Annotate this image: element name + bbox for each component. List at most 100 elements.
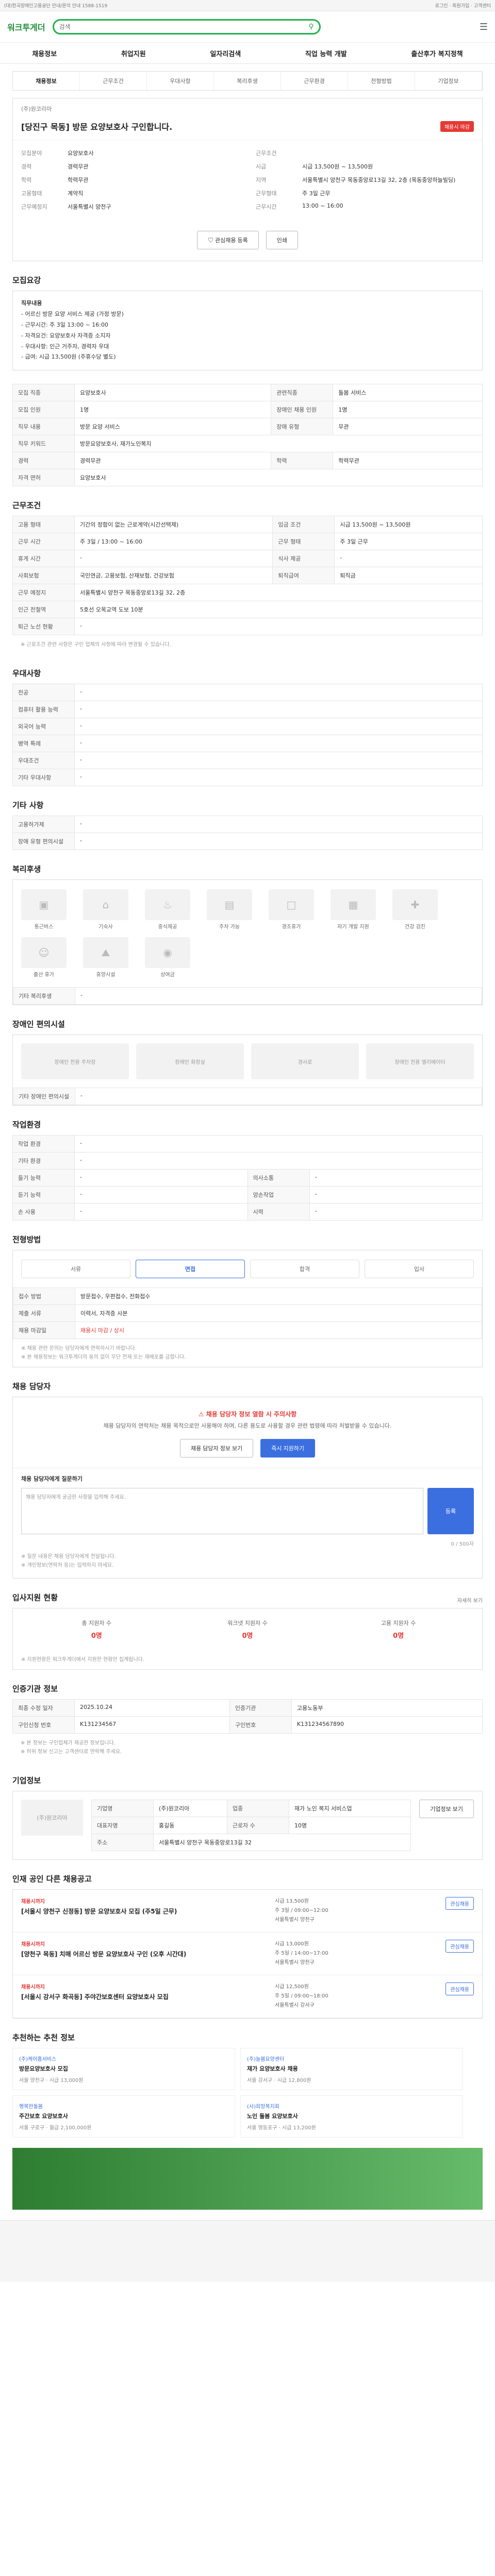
table-row: 손 사용 - 시력 -: [12, 1203, 483, 1221]
tab-preferred[interactable]: 우대사항: [147, 72, 214, 90]
section-title: 전형방법: [12, 1235, 41, 1245]
stat-label: 총 지원자 수: [81, 1619, 112, 1626]
selection-steps: 서류 면접 합격 입사: [13, 1250, 482, 1287]
meta-line: 시급 12,500원: [275, 1984, 309, 1990]
search-icon[interactable]: ⚲: [308, 23, 314, 31]
card-title[interactable]: 주간보호 요양보호사: [19, 2112, 228, 2120]
recommend-card[interactable]: (주)늘봄요양센터 재가 요양보호사 채용 서울 강서구 · 시급 12,800원: [240, 2047, 463, 2090]
apply-button[interactable]: 즉시 지원하기: [260, 1438, 316, 1458]
list-item-meta: 시급 13,000원 주 5일 / 14:00~17:00 서울특별시 양천구: [275, 1940, 430, 1968]
card-title[interactable]: 재가 요양보호사 채용: [247, 2064, 456, 2073]
welfare-label: 건강 검진: [405, 924, 425, 930]
site-logo[interactable]: 워크투게더: [7, 21, 45, 33]
list-item[interactable]: 채용시까지 [양천구 목동] 치매 어르신 방문 요양보호사 구인 (오후 시간대…: [13, 1933, 482, 1975]
table-value: 서울특별시 양천구 목동중앙로13길 32: [153, 1833, 411, 1851]
nav-item[interactable]: 출산후가 복지정책: [411, 48, 463, 58]
recommend-card[interactable]: 행복한돌봄 주간보호 요양보호사 서울 구로구 · 월급 2,100,000원: [12, 2095, 235, 2138]
table-value: -: [74, 816, 483, 834]
list-item-title[interactable]: [양천구 목동] 치매 어르신 방문 요양보호사 구인 (오후 시간대): [21, 1950, 267, 1959]
preferred-table: 전공 - 컴퓨터 활용 능력 - 외국어 능력 - 병역 특례 - 우대조건 - 기타 우…: [12, 684, 483, 787]
question-submit-button[interactable]: 등록: [427, 1487, 474, 1534]
stats-more-link[interactable]: 자세히 보기: [457, 1596, 483, 1604]
table-key: 자격 면허: [12, 469, 75, 487]
heart-icon: ♡: [207, 238, 216, 244]
meta-line: 서울특별시 양천구: [275, 1917, 315, 1923]
apply-warning-sub: 채용 담당자의 연락처는 채용 목적으로만 사용해야 하며, 다른 용도로 사용…: [103, 1422, 392, 1430]
table-row: 모집 인원 1명 장애인 채용 인원 1명: [12, 401, 483, 419]
list-item[interactable]: 채용시까지 [서울시 양천구 신정동] 방문 요양보호사 모집 (주5일 근무) …: [13, 1890, 482, 1933]
info-value: 주 3일 근무: [302, 190, 331, 197]
table-key: 컴퓨터 활용 능력: [12, 701, 75, 719]
table-key: 주소: [91, 1833, 154, 1851]
summary-line: - 자격요건: 요양보호사 자격증 소지자: [21, 332, 111, 339]
gift-icon: □: [269, 889, 314, 921]
list-item[interactable]: 채용시까지 [서울시 강서구 화곡동] 주야간보호센터 요양보호사 모집 시급 1…: [13, 1975, 482, 2018]
table-key: 사회보험: [12, 567, 75, 585]
table-value: -: [309, 1186, 483, 1204]
list-item-title[interactable]: [서울시 강서구 화곡동] 주야간보호센터 요양보호사 모집: [21, 1992, 267, 2002]
summary-line: - 어르신 방문 요양 서비스 제공 (가정 방문): [21, 310, 124, 317]
table-value: -: [74, 618, 483, 636]
nav-item[interactable]: 직업 능력 개발: [305, 48, 347, 58]
facility-item: 장애인 전용 엘리베이터: [366, 1043, 474, 1080]
table-row: 컴퓨터 활용 능력 -: [12, 701, 483, 719]
recommend-card[interactable]: (사)희망복지회 노인 돌봄 요양보호사 서울 영등포구 · 시급 13,200원: [240, 2095, 463, 2138]
question-textarea[interactable]: 채용 담당자에게 궁금한 사항을 입력해 주세요.: [21, 1487, 423, 1534]
print-button[interactable]: 인쇄: [266, 231, 299, 249]
tab-recruit[interactable]: 채용정보: [13, 72, 80, 90]
table-row: 기타 장애인 편의시설 -: [13, 1088, 482, 1106]
scrap-button[interactable]: ♡ 관심채용 등록: [196, 231, 259, 249]
card-title[interactable]: 방문요양보호사 모집: [19, 2064, 228, 2073]
company-more-button[interactable]: 기업정보 보기: [419, 1799, 474, 1818]
table-key: 작업 환경: [12, 1135, 75, 1153]
table-value: -: [74, 735, 483, 753]
tab-company[interactable]: 기업정보: [415, 72, 482, 90]
table-key: 학력: [271, 452, 334, 470]
nav-item[interactable]: 채용정보: [32, 48, 57, 58]
meta-line: 서울특별시 양천구: [275, 1959, 315, 1965]
welfare-label: 출산 휴가: [34, 972, 54, 978]
recommend-section: 추천하는 추천 정보 (주)케어홈서비스 방문요양보호사 모집 서울 양천구 · 시…: [12, 2032, 483, 2138]
table-key: 기타 복리후생: [13, 987, 75, 1005]
table-key: 고용 형태: [12, 516, 75, 534]
table-key: 임금 조건: [272, 516, 335, 534]
tab-environment[interactable]: 근무환경: [281, 72, 348, 90]
facility-panel: 장애인 전용 주차장 장애인 화장실 경사로 장애인 전용 엘리베이터 기타 장…: [12, 1035, 483, 1106]
view-contact-button[interactable]: 채용 담당자 정보 보기: [179, 1438, 254, 1458]
medical-icon: ✚: [392, 889, 438, 921]
company-table: 기업명 (주)원코리아 업종 재가 노인 복지 서비스업 대표자명 홍길동 근로자 수 10…: [91, 1799, 411, 1851]
bottom-banner[interactable]: [12, 2147, 483, 2210]
scrap-pill-button[interactable]: 관심채용: [446, 1939, 474, 1953]
table-value: 기간의 정함이 없는 근로계약(시간선택제): [74, 516, 273, 534]
info-key: 모집분야: [21, 150, 42, 157]
tab-conditions[interactable]: 근무조건: [80, 72, 147, 90]
card-company: 행복한돌봄: [19, 2104, 43, 2110]
company-name[interactable]: (주)원코리아: [13, 98, 482, 113]
nav-item[interactable]: 일자리검색: [210, 48, 241, 58]
tab-welfare[interactable]: 복리후생: [214, 72, 281, 90]
tab-selection[interactable]: 전형방법: [348, 72, 415, 90]
job-actions: ♡ 관심채용 등록 인쇄: [13, 219, 482, 261]
scrap-pill-button[interactable]: 관심채용: [446, 1896, 474, 1910]
recommend-card[interactable]: (주)케어홈서비스 방문요양보호사 모집 서울 양천구 · 시급 13,000원: [12, 2047, 235, 2090]
search-input[interactable]: [59, 23, 309, 30]
top-right-links[interactable]: 로그인 · 회원가입 · 고객센터: [435, 2, 491, 9]
table-value: -: [74, 550, 273, 568]
menu-icon[interactable]: ☰: [480, 22, 488, 32]
info-key: 경력: [21, 163, 32, 170]
search-box[interactable]: ⚲: [52, 19, 321, 35]
table-key: 퇴직급여: [272, 567, 335, 585]
conditions-section: 근무조건 고용 형태 기간의 정함이 없는 근로계약(시간선택제) 임금 조건 시급 …: [12, 500, 483, 654]
card-title[interactable]: 노인 돌봄 요양보호사: [247, 2112, 456, 2120]
nav-item[interactable]: 취업지원: [121, 48, 146, 58]
table-value: K131234567: [74, 1716, 230, 1734]
facility-section: 장애인 편의시설 장애인 전용 주차장 장애인 화장실 경사로 장애인 전용 엘…: [12, 1019, 483, 1106]
info-row: 모집분야 요양보호사: [21, 146, 239, 160]
table-value: 방문 요양 서비스: [74, 418, 272, 436]
contact-info-table: 최종 수정 일자 2025.10.24 인증기관 고용노동부 구인신청 번호 K1312…: [12, 1699, 483, 1734]
note-line: ※ 질문 내용은 채용 담당자에게 전달됩니다.: [21, 1553, 116, 1560]
table-row: 작업 환경 -: [12, 1135, 483, 1153]
table-value: -: [74, 1169, 248, 1187]
list-item-title[interactable]: [서울시 양천구 신정동] 방문 요양보호사 모집 (주5일 근무): [21, 1907, 267, 1916]
scrap-pill-button[interactable]: 관심채용: [446, 1982, 474, 1995]
